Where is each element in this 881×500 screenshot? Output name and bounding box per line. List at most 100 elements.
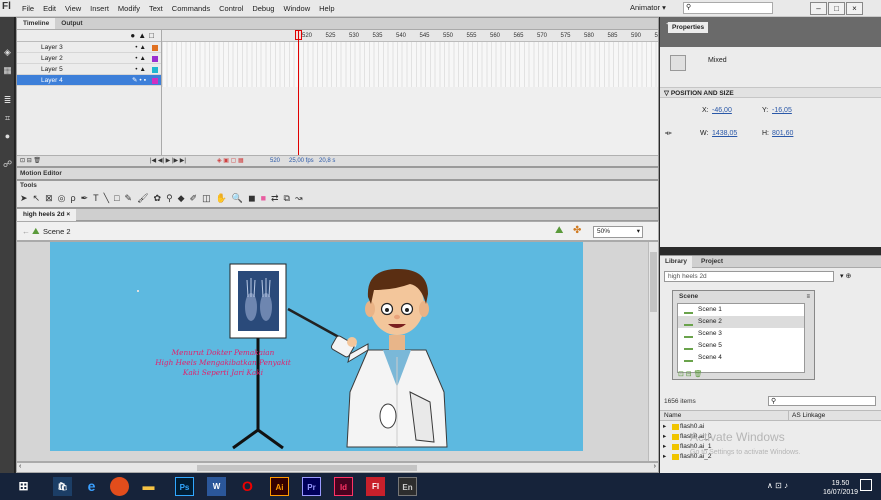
playhead[interactable] (298, 30, 299, 155)
animate-icon[interactable]: Fl (366, 477, 385, 496)
file-explorer-icon[interactable]: ▬ (139, 477, 158, 496)
notifications-icon[interactable] (860, 479, 872, 491)
clock[interactable]: 19.50 16/07/2019 (823, 479, 858, 497)
free-transform-icon[interactable]: ⊠ (45, 193, 53, 204)
stage-horizontal-scrollbar[interactable]: ‹ › (16, 462, 659, 473)
edit-symbol-icon[interactable]: ✤ (573, 225, 581, 236)
frame-ruler[interactable]: 520 525 530 535 540 545 550 555 560 565 570 575 580 5… (162, 30, 658, 42)
scroll-right-icon[interactable]: › (654, 463, 656, 470)
menu-window[interactable]: Window (283, 4, 310, 13)
menu-text[interactable]: Text (149, 4, 163, 13)
layer-row[interactable]: Layer 2 •▲ (17, 53, 161, 64)
stage-area[interactable]: Menurut Dokter Pemakaian High Heels Meng… (16, 241, 659, 462)
rectangle-tool-icon[interactable]: □ (114, 193, 119, 204)
paint-bucket-icon[interactable]: ◆ (178, 193, 185, 204)
layer-row[interactable]: Layer 3 •▲ (17, 42, 161, 53)
motion-editor-tab[interactable]: Motion Editor (16, 167, 659, 180)
zoom-select[interactable]: 50% ▾ (593, 226, 643, 238)
selection-tool-icon[interactable]: ➤ (20, 193, 28, 204)
onion-skin-icon[interactable]: ◈ ▣ ▢ ▦ (217, 157, 244, 164)
scroll-left-icon[interactable]: ‹ (19, 463, 21, 470)
new-layer-icon[interactable]: ⊡ ⊟ 🗑 (20, 157, 41, 164)
menu-edit[interactable]: Edit (43, 4, 56, 13)
snap-icon[interactable]: ⧉ (284, 193, 290, 204)
menu-control[interactable]: Control (219, 4, 243, 13)
col-name[interactable]: Name (664, 411, 681, 421)
lasso-icon[interactable]: ρ (71, 193, 76, 204)
brush-tool-icon[interactable]: 🖌 (137, 193, 148, 204)
close-button[interactable]: × (846, 2, 863, 15)
edit-scene-icon[interactable]: ⛰ (555, 225, 563, 236)
scene-item[interactable]: Scene 3 (678, 328, 804, 340)
library-document-select[interactable]: high heels 2d (664, 271, 834, 282)
edge-icon[interactable]: e (82, 477, 101, 496)
encoder-icon[interactable]: En (398, 477, 417, 496)
info-icon[interactable]: ● (2, 131, 13, 142)
height-field[interactable]: 801,60 (772, 130, 793, 137)
stage-canvas[interactable] (50, 242, 583, 451)
properties-title[interactable]: Properties (668, 22, 709, 33)
tab-timeline[interactable]: Timeline (17, 18, 56, 29)
tab-project[interactable]: Project (696, 256, 728, 268)
subselection-tool-icon[interactable]: ↖ (33, 193, 41, 204)
color-icon[interactable]: ▦ (2, 65, 13, 76)
stroke-color-icon[interactable]: ◼ (248, 193, 255, 204)
hand-tool-icon[interactable]: ✋ (216, 193, 227, 204)
workspace-switcher[interactable]: Animator ▾ (630, 3, 666, 12)
pen-tool-icon[interactable]: ✒ (81, 193, 89, 204)
motion-presets-icon[interactable]: ☍ (2, 159, 13, 170)
zoom-tool-icon[interactable]: 🔍 (232, 193, 243, 204)
eraser-icon[interactable]: ◫ (202, 193, 211, 204)
scene-item[interactable]: Scene 5 (678, 340, 804, 352)
back-arrow-icon[interactable]: ← (22, 227, 30, 236)
opera-icon[interactable]: O (238, 477, 257, 496)
indesign-icon[interactable]: Id (334, 477, 353, 496)
bone-tool-icon[interactable]: ⚲ (166, 193, 173, 204)
position-size-section[interactable]: ▽ POSITION AND SIZE (664, 89, 734, 97)
maximize-button[interactable]: □ (828, 2, 845, 15)
line-tool-icon[interactable]: ╲ (104, 193, 109, 204)
layer-row[interactable]: Layer 5 •▲ (17, 64, 161, 75)
col-linkage[interactable]: AS Linkage (788, 411, 825, 421)
windows-start-icon[interactable]: ⊞ (14, 477, 33, 496)
frame-rate[interactable]: 25,00 fps (289, 158, 314, 164)
width-field[interactable]: 1438,05 (712, 130, 737, 137)
fill-color-icon[interactable]: ■ (261, 193, 266, 204)
library-search-input[interactable]: ⚲ (768, 396, 876, 406)
y-field[interactable]: -16,05 (772, 107, 792, 114)
menu-modify[interactable]: Modify (118, 4, 140, 13)
align-icon[interactable]: ≣ (2, 95, 13, 106)
eyedropper-icon[interactable]: ✐ (190, 193, 198, 204)
layer-row-selected[interactable]: Layer 4 ✎•▪ (17, 75, 161, 86)
x-field[interactable]: -46,00 (712, 107, 732, 114)
3d-rotation-icon[interactable]: ◎ (58, 193, 66, 204)
scene-item[interactable]: Scene 4 (678, 352, 804, 364)
illustrator-icon[interactable]: Ai (270, 477, 289, 496)
smooth-icon[interactable]: ↝ (295, 193, 303, 204)
document-tab[interactable]: high heels 2d × (17, 209, 77, 221)
transform-icon[interactable]: ⌗ (2, 113, 13, 124)
chrome-icon[interactable] (110, 477, 129, 496)
scene-item[interactable]: Scene 1 (678, 304, 804, 316)
layer-toggle-icons[interactable]: ●▲□ (130, 31, 157, 40)
tab-library[interactable]: Library (660, 256, 693, 268)
menu-view[interactable]: View (65, 4, 81, 13)
stage-vertical-scrollbar[interactable] (648, 242, 658, 461)
tray-icons[interactable]: ∧ ⊡ ♪ (767, 481, 788, 490)
frame-grid[interactable]: 520 525 530 535 540 545 550 555 560 565 570 575 580 5… (162, 30, 658, 155)
pencil-tool-icon[interactable]: ✎ (125, 193, 133, 204)
pin-icon[interactable]: ▾ ⊕ (840, 272, 851, 280)
playback-controls[interactable]: |◀ ◀| ▶ |▶ ▶| (150, 157, 186, 164)
help-search-input[interactable]: ⚲ (683, 2, 773, 14)
store-icon[interactable]: 🛍 (53, 477, 72, 496)
photoshop-icon[interactable]: Ps (175, 477, 194, 496)
scene-item-selected[interactable]: Scene 2 (678, 316, 804, 328)
menu-file[interactable]: File (22, 4, 34, 13)
scene-actions-icons[interactable]: ⊡ ⊟ 🗑 (678, 370, 703, 378)
menu-debug[interactable]: Debug (252, 4, 274, 13)
deco-tool-icon[interactable]: ✿ (154, 193, 162, 204)
tab-output[interactable]: Output (55, 18, 89, 29)
minimize-button[interactable]: – (810, 2, 827, 15)
components-icon[interactable]: ◈ (2, 47, 13, 58)
text-tool-icon[interactable]: T (93, 193, 99, 204)
